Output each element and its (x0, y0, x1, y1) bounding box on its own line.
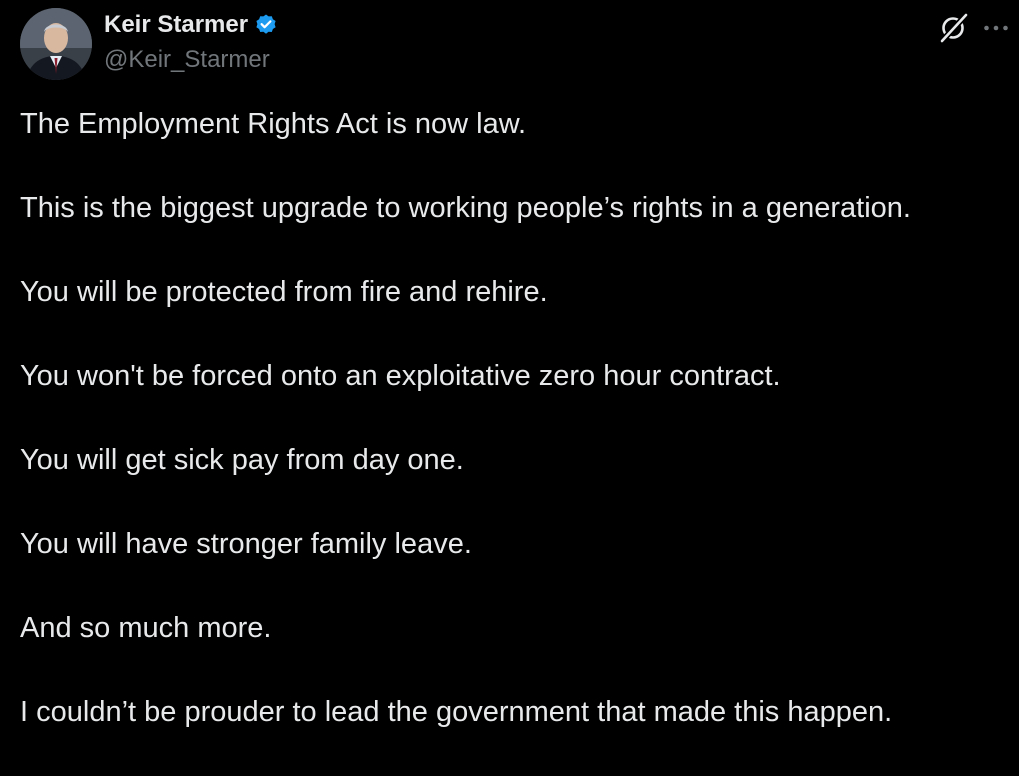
more-horizontal-icon (984, 25, 1008, 31)
post-card: Keir Starmer @Keir_Starmer The Employmen… (0, 0, 1019, 746)
post-actions (935, 10, 1011, 46)
author-name-row[interactable]: Keir Starmer (104, 10, 278, 40)
verified-badge-icon (254, 13, 278, 37)
profile-photo-icon (20, 8, 92, 80)
post-text-line: I couldn’t be prouder to lead the govern… (20, 696, 893, 728)
author-handle[interactable]: @Keir_Starmer (104, 46, 270, 74)
post-text-line: You will be protected from fire and rehi… (20, 276, 548, 308)
post-text-line: You will have stronger family leave. (20, 528, 472, 560)
avatar[interactable] (20, 8, 92, 80)
post-text-line: The Employment Rights Act is now law. (20, 108, 527, 140)
post-text-line: And so much more. (20, 612, 272, 644)
author-display-name[interactable]: Keir Starmer (104, 11, 248, 39)
post-text-line: This is the biggest upgrade to working p… (20, 192, 911, 224)
post-text-line: You will get sick pay from day one. (20, 444, 464, 476)
grok-icon (939, 12, 969, 44)
post-text-line: You won't be forced onto an exploitative… (20, 360, 781, 392)
more-options-button[interactable] (981, 13, 1011, 43)
grok-button[interactable] (935, 10, 971, 46)
post-text: The Employment Rights Act is now law. Th… (20, 104, 1010, 776)
